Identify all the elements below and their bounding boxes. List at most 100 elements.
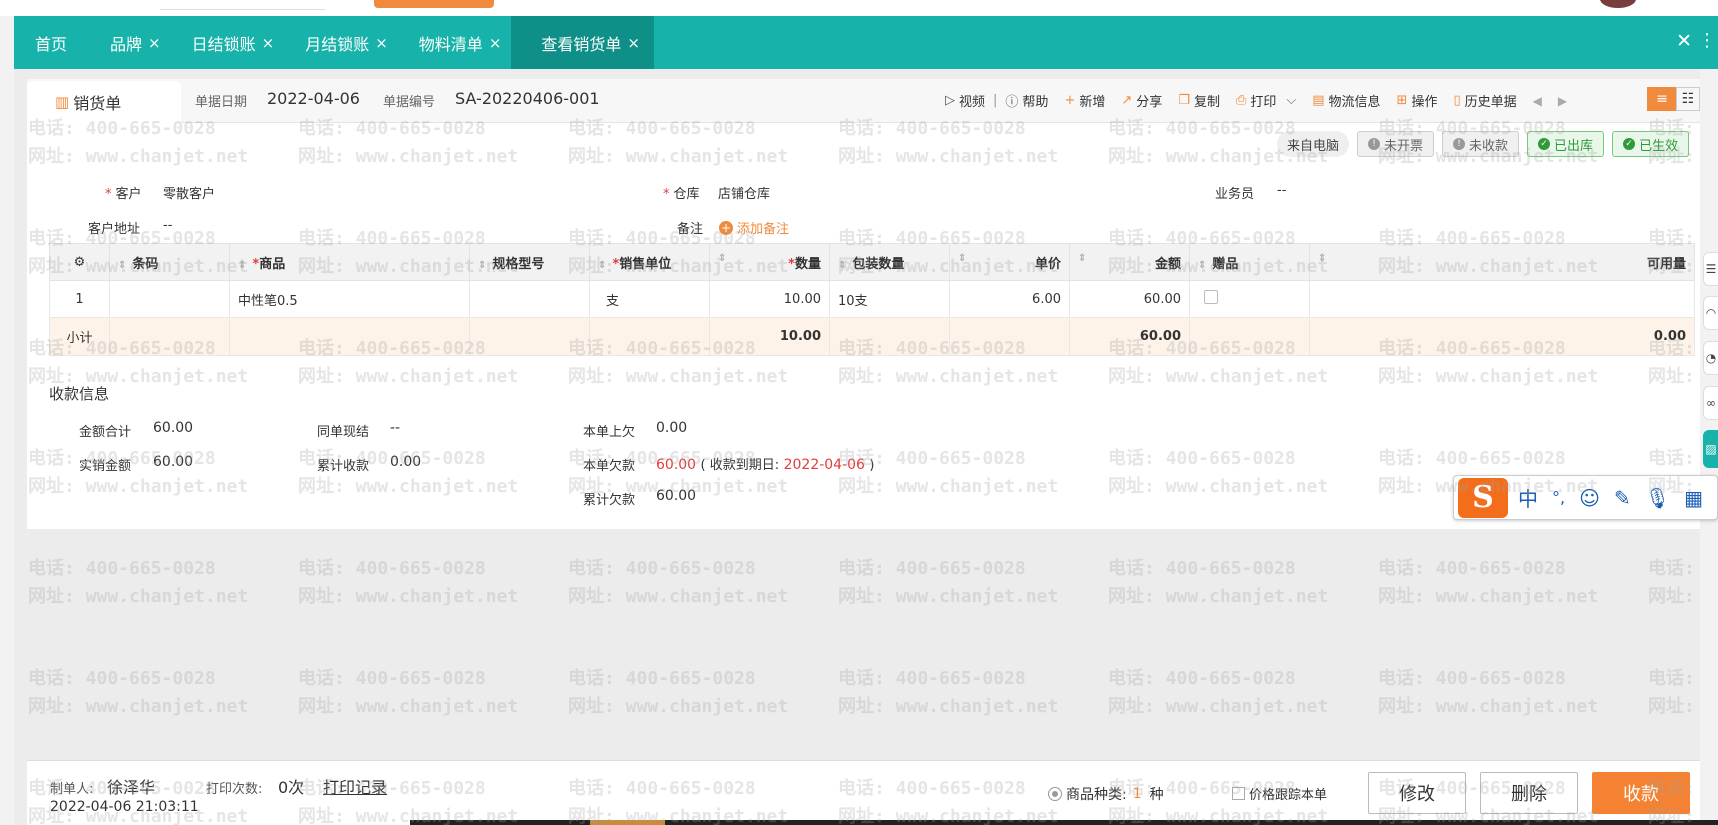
tab-daily-lock[interactable]: 日结锁账 × <box>171 16 285 69</box>
customer-value[interactable]: 零散客户 <box>163 183 215 202</box>
history-label: 历史单据 <box>1464 95 1517 110</box>
timestamp: 2022-04-06 21:03:11 <box>50 799 199 815</box>
close-icon[interactable]: × <box>262 34 275 52</box>
sort-icon[interactable]: ⇕ <box>958 253 966 264</box>
add-remark-button[interactable]: + 添加备注 <box>719 218 789 237</box>
report-icon[interactable]: ▨ <box>1703 430 1718 468</box>
sort-icon[interactable]: ⇕ <box>478 260 486 271</box>
add-button[interactable]: + 新增 <box>1064 91 1105 110</box>
list-view-button[interactable]: ≡ <box>1647 87 1677 111</box>
link-icon[interactable]: ∞ <box>1703 386 1718 420</box>
column-amount[interactable]: ⇕ 金额 <box>1069 243 1190 281</box>
copy-button[interactable]: ❐ 复制 <box>1178 91 1220 110</box>
chevron-down-icon[interactable]: ⌵ <box>1286 93 1296 108</box>
history-button[interactable]: ▯ 历史单据 <box>1453 91 1516 110</box>
subtotal-empty <box>229 317 470 356</box>
watermark-text: 电话: 400-665-0028网址: www.chanjet.net <box>1108 558 1329 607</box>
sort-icon[interactable]: ⇕ <box>118 260 126 271</box>
top-orange-button[interactable] <box>374 0 494 8</box>
address-value[interactable]: -- <box>163 218 172 233</box>
salesman-value[interactable]: -- <box>1277 183 1286 198</box>
watermark-text: 电话: 400-665-0028网址: www.chanjet.net <box>568 668 789 717</box>
tab-label: 首页 <box>35 34 68 54</box>
owed-value: 60.00 <box>656 457 697 473</box>
close-icon[interactable]: × <box>627 34 640 52</box>
print-button[interactable]: ⎙ 打印 ⌵ <box>1236 91 1296 110</box>
table-header: ⚙ ⇕ 条码 ⇕ *商品 ⇕ 规格型号 ⇕ *销售单位 ⇕ *数量 ⇕ 包装数量 ⇕ 单价 ⇕… <box>49 243 1695 281</box>
cell-available <box>1309 280 1695 318</box>
column-pack-qty[interactable]: ⇕ 包装数量 <box>829 243 950 281</box>
column-product[interactable]: ⇕ *商品 <box>229 243 470 281</box>
sort-icon[interactable]: ⇕ <box>1318 253 1326 264</box>
gift-checkbox[interactable] <box>1204 290 1218 304</box>
table-row[interactable]: 1 中性笔0.5 支 10.00 10支 6.00 60.00 <box>49 280 1695 318</box>
product-table: ⚙ ⇕ 条码 ⇕ *商品 ⇕ 规格型号 ⇕ *销售单位 ⇕ *数量 ⇕ 包装数量 ⇕ 单价 ⇕… <box>49 243 1695 356</box>
sort-icon[interactable]: ⇕ <box>1198 260 1206 271</box>
sort-icon[interactable]: ⇕ <box>838 260 846 271</box>
remark-label: 备注 <box>677 222 704 237</box>
edit-button[interactable]: 修改 <box>1368 772 1466 814</box>
pen-icon[interactable]: ✎ <box>1614 486 1631 510</box>
column-spec[interactable]: ⇕ 规格型号 <box>469 243 590 281</box>
price-track-checkbox[interactable] <box>1232 787 1245 800</box>
warehouse-value[interactable]: 店铺仓库 <box>718 183 770 202</box>
video-button[interactable]: ▷ 视频 <box>945 91 985 110</box>
ime-punctuation[interactable]: °, <box>1552 488 1565 507</box>
avatar[interactable] <box>1600 0 1636 8</box>
owed-line: 60.00 ( 收款到期日: 2022-04-06 ) <box>656 454 875 473</box>
close-icon[interactable]: × <box>489 34 502 52</box>
column-qty[interactable]: ⇕ *数量 <box>709 243 830 281</box>
sort-icon[interactable]: ⇕ <box>238 260 246 271</box>
close-all-icon[interactable]: ✕ <box>1676 30 1692 52</box>
microphone-icon[interactable]: 🎙 <box>1645 486 1670 510</box>
cell-spec <box>469 280 590 318</box>
subtotal-empty <box>469 317 590 356</box>
smiley-icon[interactable]: ☺ <box>1579 486 1600 510</box>
print-count-value: 0次 <box>278 778 305 797</box>
sort-icon[interactable]: ⇕ <box>718 253 726 264</box>
price-track-option[interactable]: 价格跟踪本单 <box>1232 784 1327 803</box>
close-icon[interactable]: × <box>148 34 161 52</box>
tab-home[interactable]: 首页 <box>14 16 89 69</box>
info-icon: ! <box>1453 138 1466 150</box>
salesman-label: 业务员 <box>1215 187 1255 202</box>
watermark-text: 电话: 400-665-0028网址: www.chanjet.net <box>1648 558 1700 607</box>
column-barcode[interactable]: ⇕ 条码 <box>109 243 230 281</box>
list-icon[interactable]: ☰ <box>1703 252 1718 286</box>
column-price[interactable]: ⇕ 单价 <box>949 243 1070 281</box>
share-icon: ↗ <box>1121 93 1133 108</box>
help-button[interactable]: ⓘ 帮助 <box>1005 91 1048 110</box>
headset-icon[interactable]: ◠ <box>1703 296 1718 330</box>
delete-button[interactable]: 删除 <box>1480 772 1578 814</box>
grid-icon[interactable]: ▦ <box>1684 486 1703 510</box>
column-available[interactable]: ⇕ 可用量 <box>1309 243 1695 281</box>
tab-bom[interactable]: 物料清单 × <box>398 16 512 69</box>
truck-icon: ▤ <box>1312 93 1325 108</box>
column-gift[interactable]: ⇕ 赠品 <box>1189 243 1310 281</box>
collect-button[interactable]: 收款 <box>1592 772 1690 814</box>
share-button[interactable]: ↗ 分享 <box>1121 91 1162 110</box>
doc-type-tab[interactable]: ▥ 销货单 <box>27 81 181 123</box>
tab-view-sales-order[interactable]: 查看销货单 × <box>511 16 654 69</box>
close-icon[interactable]: × <box>375 34 388 52</box>
sort-icon[interactable]: ⇕ <box>598 260 606 271</box>
tab-monthly-lock[interactable]: 月结锁账 × <box>284 16 398 69</box>
logistics-button[interactable]: ▤ 物流信息 <box>1312 91 1380 110</box>
share-label: 分享 <box>1136 95 1163 110</box>
detail-view-button[interactable]: ☷ <box>1676 87 1700 111</box>
column-settings[interactable]: ⚙ <box>49 243 110 281</box>
sort-icon[interactable]: ⇕ <box>1078 253 1086 264</box>
column-unit[interactable]: ⇕ *销售单位 <box>589 243 710 281</box>
owed-label: 本单欠款 <box>583 459 636 474</box>
more-icon[interactable]: ⋮ <box>1698 30 1716 51</box>
next-arrow-icon[interactable]: ▶ <box>1558 94 1567 108</box>
operate-button[interactable]: ⊞ 操作 <box>1397 91 1438 110</box>
gear-icon[interactable]: ⚙ <box>74 255 86 270</box>
tab-brand[interactable]: 品牌 × <box>89 16 171 69</box>
grid-icon: ⊞ <box>1396 93 1408 108</box>
print-record-link[interactable]: 打印记录 <box>323 774 387 798</box>
chat-icon[interactable]: ◔ <box>1703 341 1718 375</box>
ime-language[interactable]: 中 <box>1518 483 1538 512</box>
prev-arrow-icon[interactable]: ◀ <box>1533 94 1542 108</box>
ime-logo[interactable]: S <box>1458 477 1508 518</box>
